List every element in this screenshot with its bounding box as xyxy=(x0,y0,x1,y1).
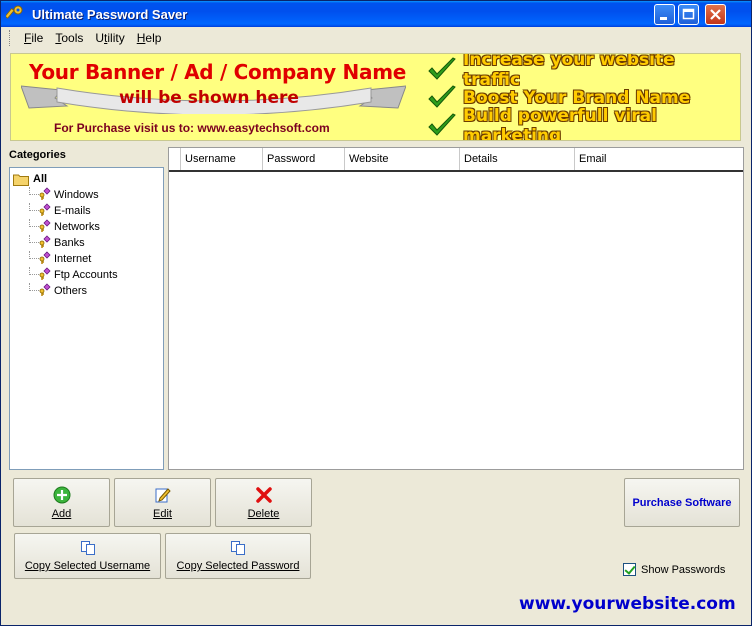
tree-item-label: Internet xyxy=(54,253,92,265)
banner-bullet-text: Boost Your Brand Name xyxy=(463,88,691,108)
tree-item-label: Banks xyxy=(54,237,85,249)
ad-banner[interactable]: Your Banner / Ad / Company Name will be … xyxy=(10,53,741,141)
tree-item-networks[interactable]: Networks xyxy=(29,218,163,236)
tree-item-internet[interactable]: Internet xyxy=(29,250,163,268)
menu-utility[interactable]: Utility xyxy=(89,31,130,45)
edit-button[interactable]: Edit xyxy=(114,478,211,527)
plus-icon xyxy=(53,486,70,503)
tree-connector xyxy=(29,251,39,259)
menu-grip xyxy=(9,30,12,46)
tree-item-label: E-mails xyxy=(54,205,91,217)
categories-tree[interactable]: All Windows E-mails Networks Banks Internet F… xyxy=(9,167,164,470)
checkmark-icon xyxy=(428,113,456,136)
banner-bullets: Increase your website traffic Boost Your… xyxy=(427,54,737,140)
menu-help[interactable]: Help xyxy=(131,31,168,45)
tree-item-others[interactable]: Others xyxy=(29,282,163,300)
menu-help-label: elp xyxy=(145,31,162,45)
passwords-grid[interactable]: Username Password Website Details Email xyxy=(168,147,744,470)
key-gem-icon xyxy=(39,266,51,284)
key-gem-icon xyxy=(39,218,51,236)
menu-utility-rest: ility xyxy=(107,31,125,45)
checkmark-icon xyxy=(428,85,456,108)
show-passwords-checkbox[interactable] xyxy=(623,563,636,576)
tree-connector xyxy=(29,283,39,291)
grid-indicator-column xyxy=(169,148,181,170)
tree-item-banks[interactable]: Banks xyxy=(29,234,163,252)
folder-icon xyxy=(13,174,29,186)
tree-item-windows[interactable]: Windows xyxy=(29,186,163,204)
tree-connector xyxy=(29,235,39,243)
tree-item-e-mails[interactable]: E-mails xyxy=(29,202,163,220)
banner-purchase-text: For Purchase visit us to: www.easytechso… xyxy=(54,121,330,135)
tree-connector xyxy=(29,187,39,195)
delete-button-label: Delete xyxy=(247,507,280,520)
tree-item-label: Others xyxy=(54,285,88,297)
delete-icon xyxy=(255,486,272,503)
menu-tools-label: ools xyxy=(61,31,84,45)
banner-subline: will be shown here xyxy=(119,88,299,108)
copy-password-button[interactable]: Copy Selected Password xyxy=(165,533,311,579)
minimize-button[interactable] xyxy=(654,4,675,25)
menu-bar: File Tools Utility Help xyxy=(1,27,751,49)
tree-item-all[interactable]: All xyxy=(13,171,163,187)
key-icon xyxy=(4,5,24,23)
column-header-username[interactable]: Username xyxy=(181,148,263,170)
minimize-icon xyxy=(655,5,674,24)
column-header-details[interactable]: Details xyxy=(460,148,575,170)
show-passwords-label: Show Passwords xyxy=(641,563,726,576)
tree-item-ftp-accounts[interactable]: Ftp Accounts xyxy=(29,266,163,284)
app-window: Ultimate Password Saver File Tools Utili… xyxy=(0,0,752,626)
edit-button-label: Edit xyxy=(153,507,172,520)
banner-bullet: Build powerfull viral marketing xyxy=(427,106,737,140)
menu-file[interactable]: File xyxy=(18,31,49,45)
copy-username-button[interactable]: Copy Selected Username xyxy=(14,533,161,579)
key-gem-icon xyxy=(39,234,51,252)
copy-password-label: Copy Selected Password xyxy=(176,560,300,572)
close-button[interactable] xyxy=(705,4,726,25)
key-gem-icon xyxy=(39,186,51,204)
maximize-button[interactable] xyxy=(678,4,699,25)
key-gem-icon xyxy=(39,250,51,268)
menu-tools[interactable]: Tools xyxy=(49,31,89,45)
tree-item-label: Ftp Accounts xyxy=(54,269,118,281)
maximize-icon xyxy=(679,5,698,24)
add-button-label: Add xyxy=(51,507,72,520)
close-icon xyxy=(706,5,725,24)
banner-bullet-text: Increase your website traffic xyxy=(463,53,675,90)
tree-item-label: All xyxy=(33,173,48,185)
copy-icon xyxy=(231,541,245,555)
banner-bullet: Increase your website traffic xyxy=(427,54,737,90)
categories-label: Categories xyxy=(9,149,66,161)
add-button[interactable]: Add xyxy=(13,478,110,527)
menu-utility-first: U xyxy=(95,31,105,45)
window-title: Ultimate Password Saver xyxy=(32,6,188,22)
edit-icon xyxy=(155,487,171,502)
key-gem-icon xyxy=(39,282,51,300)
column-header-password[interactable]: Password xyxy=(263,148,345,170)
column-header-website[interactable]: Website xyxy=(345,148,460,170)
delete-button[interactable]: Delete xyxy=(215,478,312,527)
title-bar[interactable]: Ultimate Password Saver xyxy=(1,1,751,27)
tree-connector xyxy=(29,267,39,275)
column-header-email[interactable]: Email xyxy=(575,148,743,170)
tree-connector xyxy=(29,219,39,227)
copy-username-label: Copy Selected Username xyxy=(24,560,151,572)
website-link[interactable]: www.yourwebsite.com xyxy=(519,594,736,614)
show-passwords-option[interactable]: Show Passwords xyxy=(623,563,725,576)
tree-item-label: Networks xyxy=(54,221,100,233)
copy-icon xyxy=(80,541,95,555)
key-gem-icon xyxy=(39,202,51,220)
grid-header: Username Password Website Details Email xyxy=(169,148,743,172)
tree-connector xyxy=(29,203,39,211)
checkmark-icon xyxy=(428,57,456,80)
purchase-software-button[interactable]: Purchase Software xyxy=(624,478,740,527)
banner-bullet-text: Build powerfull viral marketing xyxy=(463,106,657,141)
tree-item-label: Windows xyxy=(54,189,99,201)
menu-file-label: ile xyxy=(31,31,44,45)
